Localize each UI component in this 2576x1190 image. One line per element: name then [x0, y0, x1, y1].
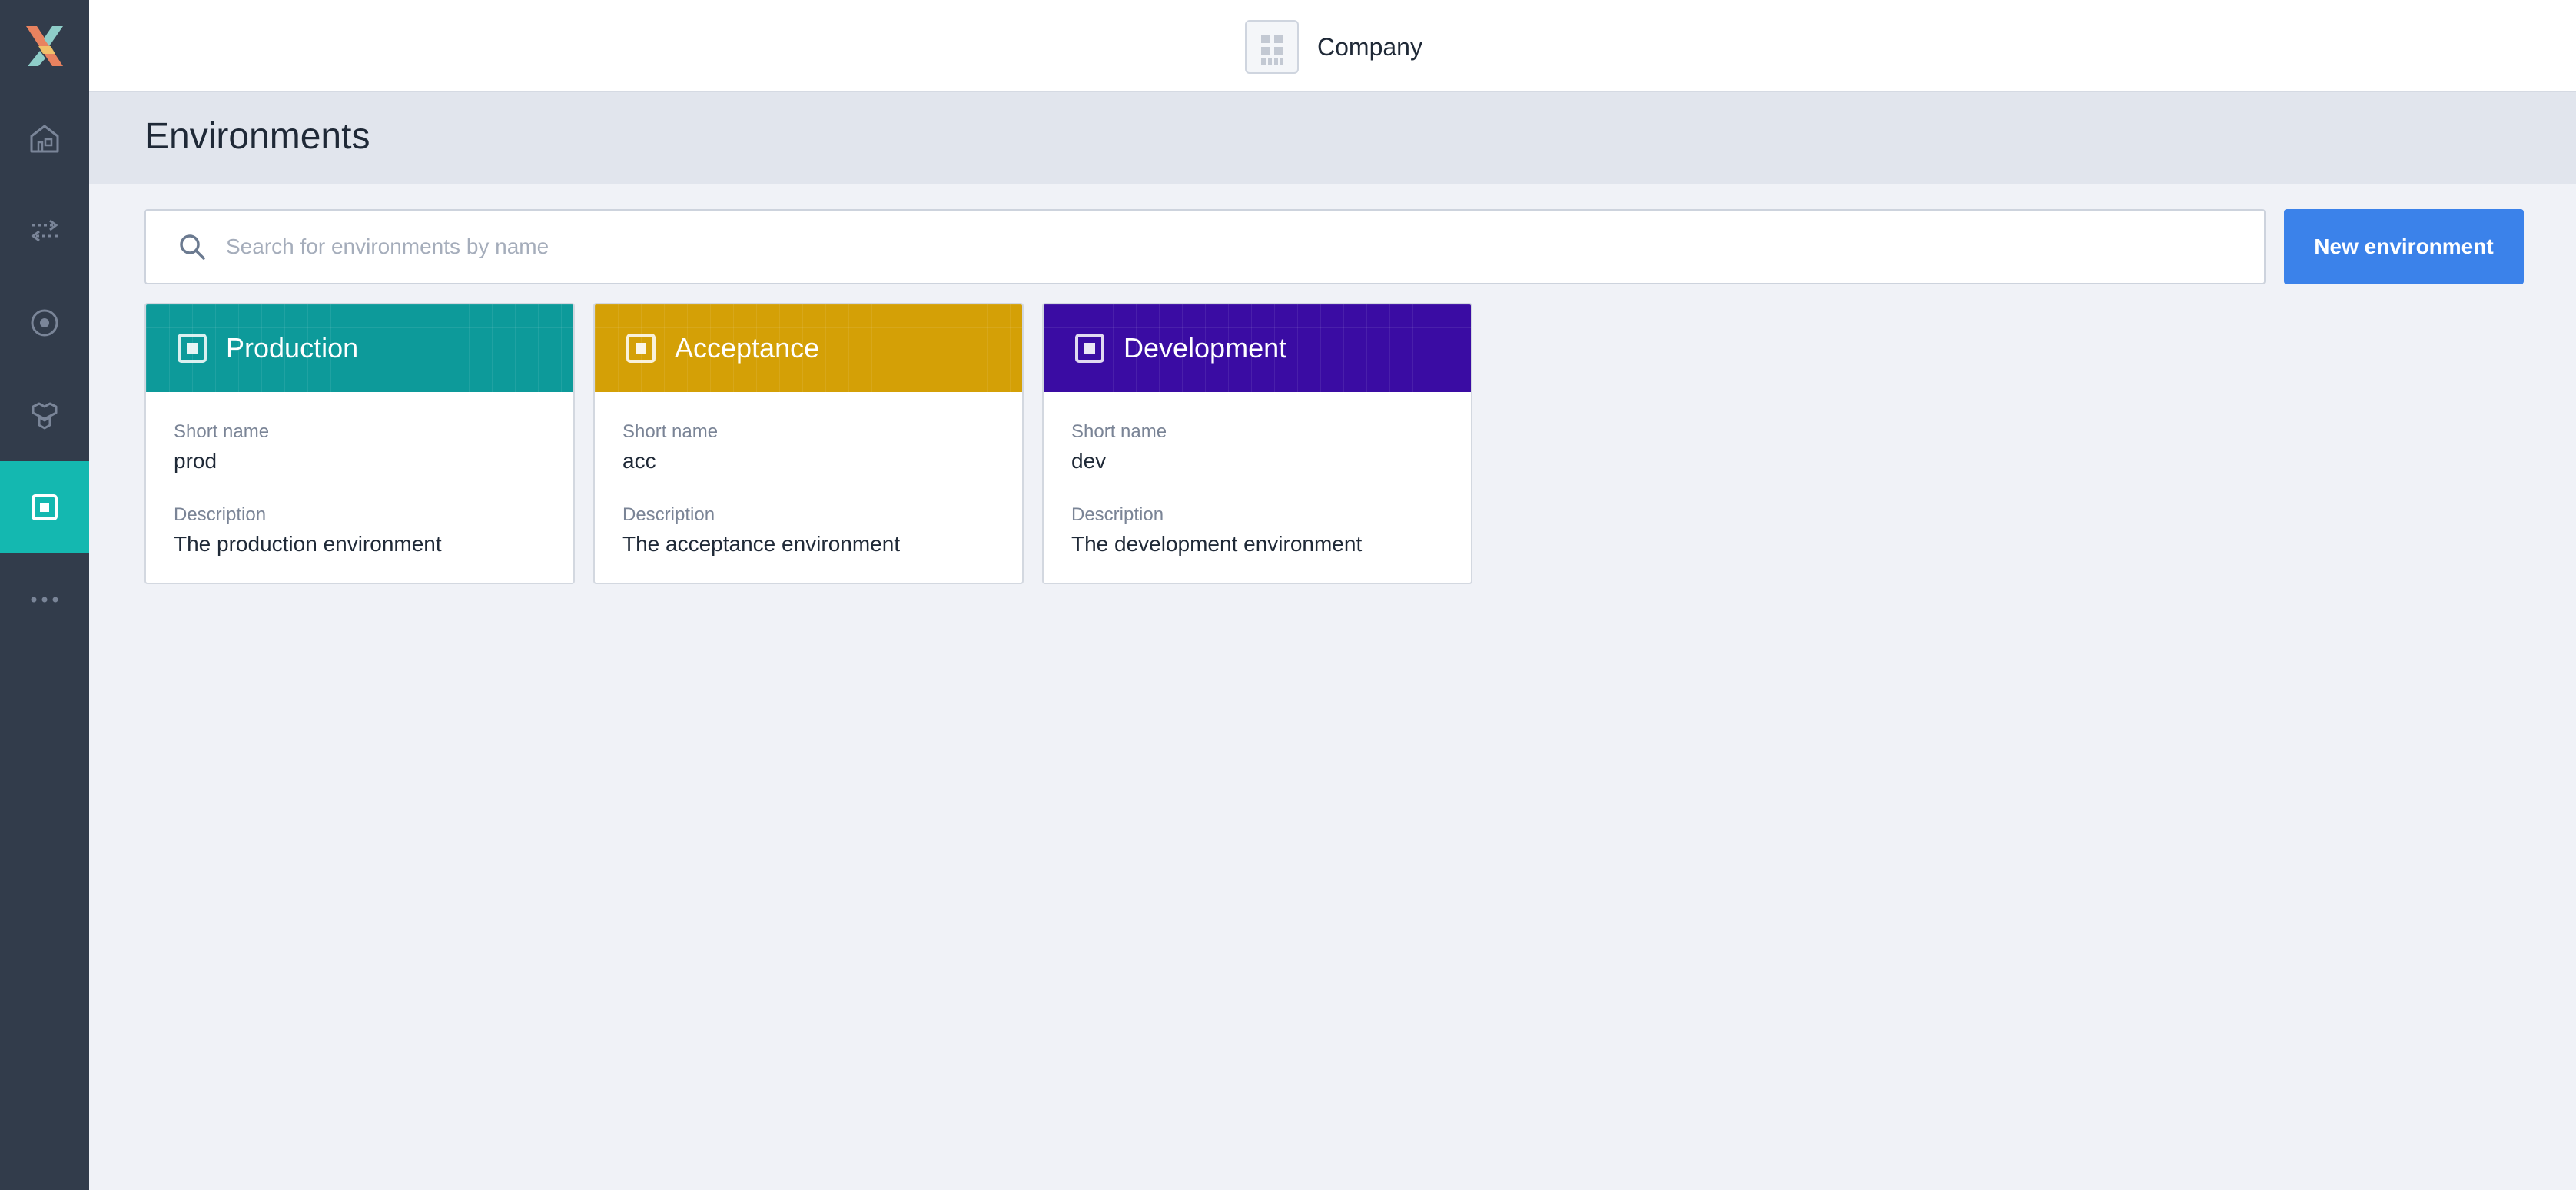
description-label: Description [174, 504, 267, 525]
sidebar-item-more[interactable] [0, 553, 89, 646]
description-value: The development environment [1071, 532, 1363, 556]
short-name-value: dev [1071, 449, 1107, 473]
sidebar-item-components[interactable] [0, 369, 89, 461]
transfer-arrows-icon [31, 219, 58, 242]
sidebar [0, 0, 89, 1190]
more-horizontal-icon [31, 597, 58, 603]
search-icon [180, 234, 205, 260]
environment-icon [1075, 334, 1104, 363]
card-header: Development [1044, 304, 1471, 392]
description-value: The acceptance environment [622, 532, 901, 556]
new-environment-button[interactable]: New environment [2284, 209, 2524, 284]
environment-title: Acceptance [675, 332, 820, 364]
page-title-band: Environments [89, 92, 2576, 184]
search-input[interactable] [226, 224, 2224, 270]
sidebar-item-target[interactable] [0, 277, 89, 369]
top-header: Company DO [89, 0, 2576, 92]
short-name-value: acc [622, 449, 656, 473]
search-box [144, 209, 2266, 284]
sidebar-item-transfers[interactable] [0, 184, 89, 277]
company-name: Company [1317, 32, 1422, 61]
components-icon [32, 402, 58, 430]
app-logo-icon[interactable] [22, 23, 68, 69]
card-body: Short name acc Description The acceptanc… [595, 392, 1022, 557]
short-name-label: Short name [174, 421, 270, 442]
app-root: Company DO Environments New environment … [0, 0, 2576, 1190]
card-body: Short name dev Description The developme… [1044, 392, 1471, 557]
environment-card-production[interactable]: Production Short name prod Description T… [144, 303, 575, 584]
building-icon [1245, 20, 1299, 74]
description-label: Description [622, 504, 715, 525]
description-label: Description [1071, 504, 1164, 525]
environment-title: Development [1124, 332, 1287, 364]
environment-card-development[interactable]: Development Short name dev Description T… [1042, 303, 1472, 584]
environment-title: Production [226, 332, 359, 364]
home-icon [30, 125, 59, 153]
page-title: Environments [144, 116, 370, 157]
description-value: The production environment [174, 532, 442, 556]
target-icon [31, 309, 58, 337]
sidebar-item-home[interactable] [0, 92, 89, 184]
company-switcher[interactable]: Company [1245, 20, 1422, 74]
card-body: Short name prod Description The producti… [146, 392, 573, 557]
card-header: Acceptance [595, 304, 1022, 392]
short-name-label: Short name [622, 421, 719, 442]
short-name-label: Short name [1071, 421, 1167, 442]
sidebar-item-environments[interactable] [0, 461, 89, 553]
short-name-value: prod [174, 449, 217, 473]
environment-card-acceptance[interactable]: Acceptance Short name acc Description Th… [593, 303, 1024, 584]
environment-icon [32, 494, 58, 520]
card-header: Production [146, 304, 573, 392]
environment-icon [626, 334, 656, 363]
environment-icon [178, 334, 207, 363]
